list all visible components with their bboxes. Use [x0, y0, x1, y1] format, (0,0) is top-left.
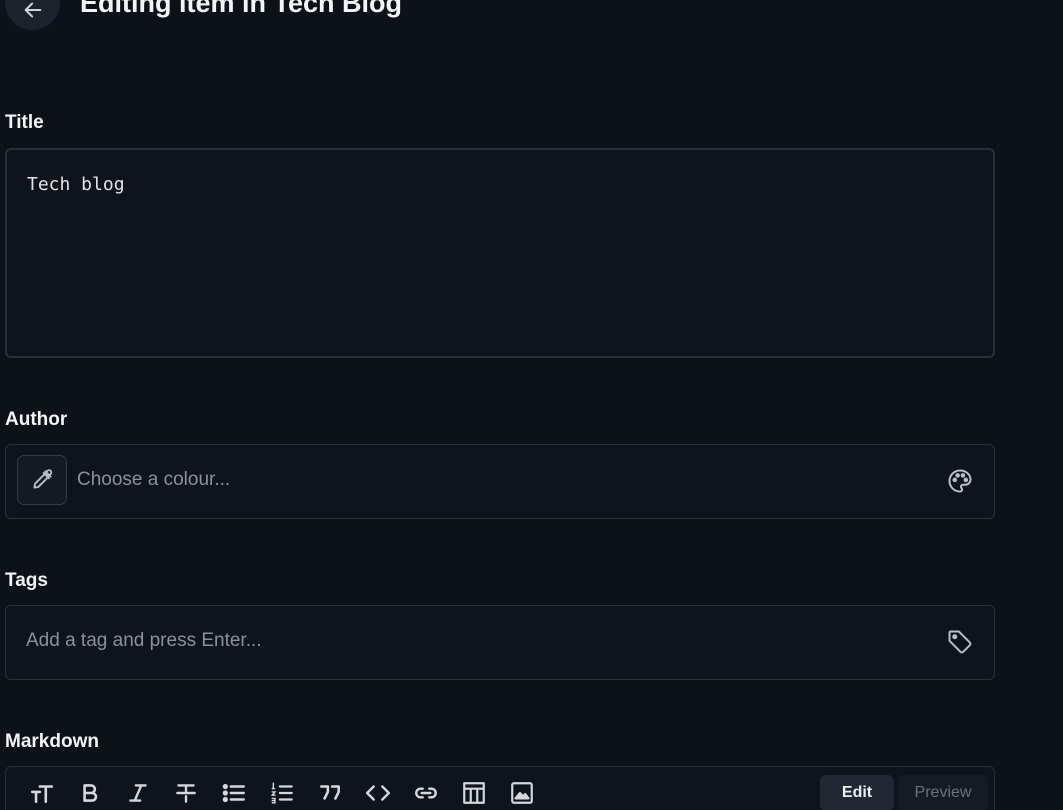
- italic-button[interactable]: [114, 777, 162, 809]
- quote-button[interactable]: [306, 777, 354, 809]
- tab-edit[interactable]: Edit: [820, 775, 894, 810]
- tags-placeholder: Add a tag and press Enter...: [26, 630, 262, 651]
- editor-page: Editing item in Tech Blog Title Tech blo…: [0, 0, 1063, 810]
- text-size-icon: [30, 785, 54, 803]
- author-label: Author: [5, 409, 68, 430]
- quote-icon: [320, 785, 340, 800]
- italic-icon: [129, 784, 147, 802]
- bullet-list-icon: [222, 783, 245, 803]
- numbered-list-button[interactable]: [258, 777, 306, 809]
- eyedropper-button[interactable]: [17, 455, 67, 505]
- mode-tabs: Edit Preview: [820, 775, 988, 810]
- markdown-label: Markdown: [5, 731, 99, 752]
- tags-input[interactable]: Add a tag and press Enter...: [5, 605, 995, 680]
- markdown-toolbar: [18, 777, 546, 809]
- title-value: Tech blog: [27, 174, 125, 195]
- table-button[interactable]: [450, 777, 498, 809]
- title-label: Title: [5, 112, 44, 133]
- author-placeholder: Choose a colour...: [77, 469, 231, 490]
- image-icon: [511, 782, 533, 804]
- link-button[interactable]: [402, 777, 450, 809]
- numbered-list-icon: [270, 782, 293, 804]
- text-size-button[interactable]: [18, 777, 66, 809]
- tab-preview[interactable]: Preview: [898, 775, 988, 810]
- tag-icon: [946, 628, 974, 656]
- bullet-list-button[interactable]: [210, 777, 258, 809]
- image-button[interactable]: [498, 777, 546, 809]
- markdown-editor: Edit Preview: [5, 766, 995, 810]
- tags-label: Tags: [5, 570, 48, 591]
- page-title: Editing item in Tech Blog: [80, 0, 402, 18]
- bold-icon: [83, 784, 98, 802]
- table-icon: [463, 782, 485, 804]
- code-icon: [365, 785, 391, 801]
- bold-button[interactable]: [66, 777, 114, 809]
- strikethrough-button[interactable]: [162, 777, 210, 809]
- author-colour-field[interactable]: Choose a colour...: [5, 444, 995, 519]
- palette-icon[interactable]: [946, 467, 974, 495]
- link-icon: [415, 787, 437, 799]
- code-button[interactable]: [354, 777, 402, 809]
- back-button[interactable]: [5, 0, 60, 30]
- strikethrough-icon: [176, 784, 196, 803]
- arrow-left-icon: [24, 2, 41, 17]
- eyedropper-icon: [33, 469, 53, 489]
- title-textarea[interactable]: Tech blog: [5, 148, 995, 358]
